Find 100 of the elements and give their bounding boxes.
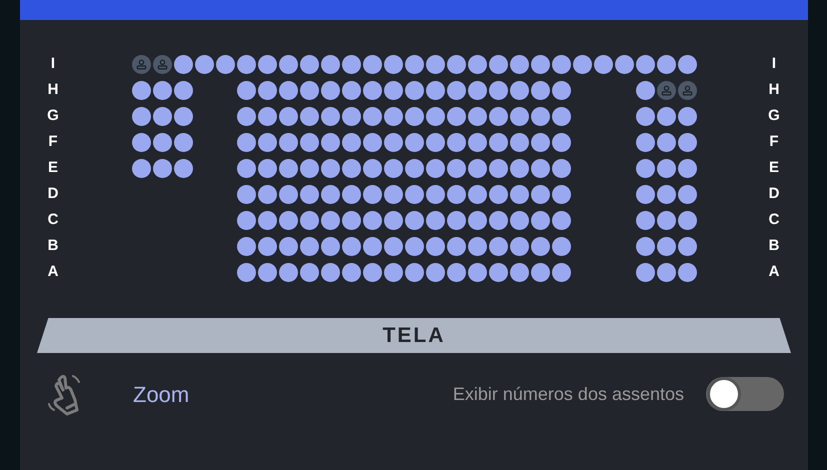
available-seat[interactable]: [237, 106, 256, 126]
available-seat[interactable]: [636, 210, 655, 230]
available-seat[interactable]: [489, 210, 508, 230]
available-seat[interactable]: [384, 184, 403, 204]
available-seat[interactable]: [384, 236, 403, 256]
available-seat[interactable]: [342, 158, 361, 178]
available-seat[interactable]: [384, 80, 403, 100]
available-seat[interactable]: [405, 132, 424, 152]
available-seat[interactable]: [321, 184, 340, 204]
available-seat[interactable]: [489, 132, 508, 152]
available-seat[interactable]: [405, 106, 424, 126]
available-seat[interactable]: [552, 184, 571, 204]
available-seat[interactable]: [363, 80, 382, 100]
available-seat[interactable]: [405, 158, 424, 178]
available-seat[interactable]: [615, 54, 634, 74]
available-seat[interactable]: [447, 236, 466, 256]
available-seat[interactable]: [552, 210, 571, 230]
available-seat[interactable]: [531, 106, 550, 126]
available-seat[interactable]: [279, 132, 298, 152]
available-seat[interactable]: [678, 262, 697, 282]
available-seat[interactable]: [258, 262, 277, 282]
available-seat[interactable]: [426, 54, 445, 74]
available-seat[interactable]: [195, 54, 214, 74]
available-seat[interactable]: [321, 54, 340, 74]
available-seat[interactable]: [489, 158, 508, 178]
zoom-link[interactable]: Zoom: [133, 378, 190, 410]
available-seat[interactable]: [468, 132, 487, 152]
available-seat[interactable]: [678, 132, 697, 152]
available-seat[interactable]: [594, 54, 613, 74]
available-seat[interactable]: [237, 132, 256, 152]
available-seat[interactable]: [279, 210, 298, 230]
available-seat[interactable]: [426, 210, 445, 230]
available-seat[interactable]: [384, 210, 403, 230]
available-seat[interactable]: [342, 132, 361, 152]
available-seat[interactable]: [531, 132, 550, 152]
available-seat[interactable]: [363, 184, 382, 204]
available-seat[interactable]: [636, 184, 655, 204]
available-seat[interactable]: [678, 54, 697, 74]
available-seat[interactable]: [657, 106, 676, 126]
available-seat[interactable]: [510, 262, 529, 282]
available-seat[interactable]: [363, 158, 382, 178]
available-seat[interactable]: [678, 106, 697, 126]
available-seat[interactable]: [174, 132, 193, 152]
available-seat[interactable]: [489, 106, 508, 126]
available-seat[interactable]: [447, 158, 466, 178]
available-seat[interactable]: [468, 106, 487, 126]
available-seat[interactable]: [300, 106, 319, 126]
available-seat[interactable]: [552, 262, 571, 282]
available-seat[interactable]: [468, 184, 487, 204]
available-seat[interactable]: [405, 210, 424, 230]
available-seat[interactable]: [300, 262, 319, 282]
available-seat[interactable]: [174, 54, 193, 74]
available-seat[interactable]: [279, 158, 298, 178]
available-seat[interactable]: [468, 158, 487, 178]
available-seat[interactable]: [258, 54, 277, 74]
available-seat[interactable]: [279, 80, 298, 100]
available-seat[interactable]: [258, 132, 277, 152]
available-seat[interactable]: [384, 132, 403, 152]
available-seat[interactable]: [531, 54, 550, 74]
available-seat[interactable]: [468, 210, 487, 230]
available-seat[interactable]: [531, 262, 550, 282]
available-seat[interactable]: [531, 158, 550, 178]
available-seat[interactable]: [279, 184, 298, 204]
available-seat[interactable]: [678, 184, 697, 204]
available-seat[interactable]: [447, 210, 466, 230]
available-seat[interactable]: [237, 210, 256, 230]
available-seat[interactable]: [132, 80, 151, 100]
available-seat[interactable]: [531, 184, 550, 204]
available-seat[interactable]: [657, 262, 676, 282]
available-seat[interactable]: [342, 106, 361, 126]
available-seat[interactable]: [384, 106, 403, 126]
available-seat[interactable]: [321, 210, 340, 230]
available-seat[interactable]: [552, 54, 571, 74]
available-seat[interactable]: [237, 158, 256, 178]
available-seat[interactable]: [447, 106, 466, 126]
available-seat[interactable]: [342, 262, 361, 282]
available-seat[interactable]: [384, 158, 403, 178]
available-seat[interactable]: [657, 184, 676, 204]
available-seat[interactable]: [363, 262, 382, 282]
available-seat[interactable]: [174, 106, 193, 126]
available-seat[interactable]: [342, 210, 361, 230]
available-seat[interactable]: [468, 236, 487, 256]
available-seat[interactable]: [510, 54, 529, 74]
available-seat[interactable]: [363, 210, 382, 230]
available-seat[interactable]: [258, 236, 277, 256]
available-seat[interactable]: [174, 80, 193, 100]
available-seat[interactable]: [216, 54, 235, 74]
available-seat[interactable]: [384, 262, 403, 282]
available-seat[interactable]: [363, 236, 382, 256]
available-seat[interactable]: [342, 184, 361, 204]
available-seat[interactable]: [321, 80, 340, 100]
available-seat[interactable]: [678, 158, 697, 178]
available-seat[interactable]: [636, 262, 655, 282]
available-seat[interactable]: [531, 236, 550, 256]
available-seat[interactable]: [258, 106, 277, 126]
available-seat[interactable]: [405, 236, 424, 256]
available-seat[interactable]: [657, 158, 676, 178]
available-seat[interactable]: [678, 210, 697, 230]
available-seat[interactable]: [426, 106, 445, 126]
available-seat[interactable]: [426, 184, 445, 204]
